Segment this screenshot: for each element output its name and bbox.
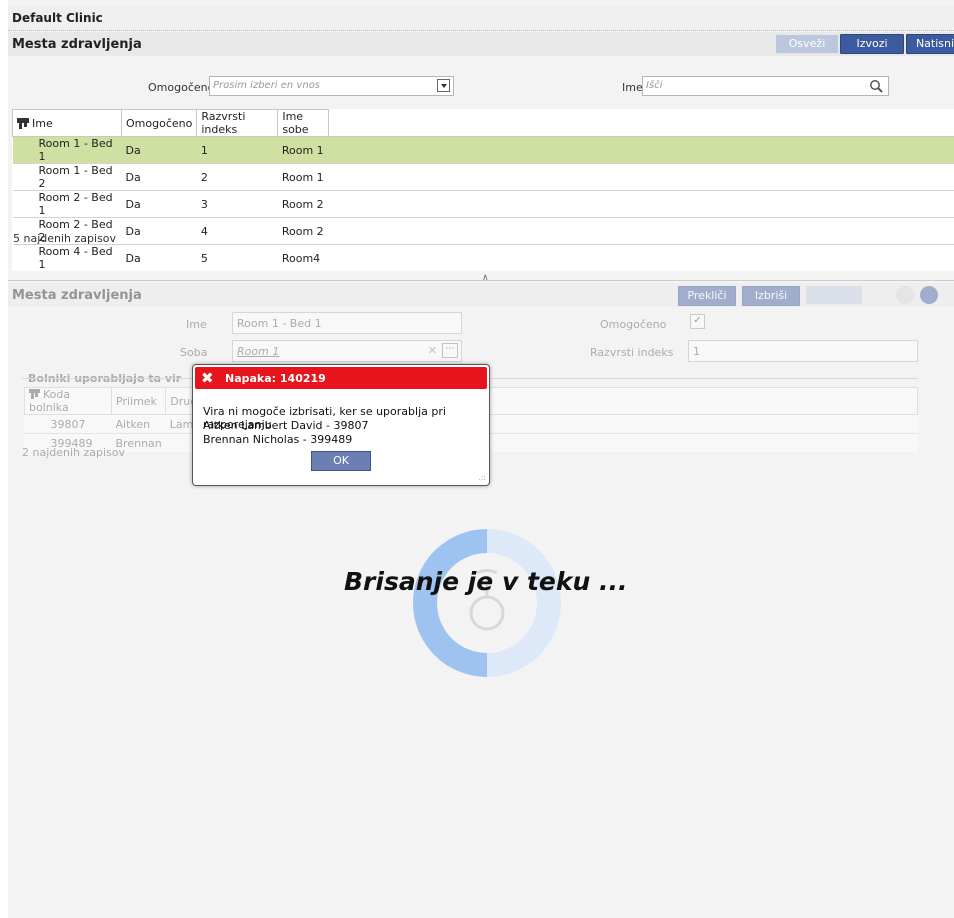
table-row[interactable]: Room 1 - Bed 2 Da 2 Room 1	[12, 163, 954, 191]
column-header-enabled[interactable]: Omogočeno	[120, 109, 198, 137]
column-header-surname[interactable]: Priimek	[110, 387, 167, 415]
error-title: Napaka: 140219	[225, 372, 326, 385]
clinic-name: Default Clinic	[12, 11, 103, 25]
loading-spinner	[413, 529, 561, 677]
list-section-header: Mesta zdravljenja Osveži Izvozi Excel Na…	[8, 32, 954, 68]
cell-room-name: Room 2	[277, 190, 329, 218]
cell-patient-code: 39807	[24, 414, 112, 434]
cell-filler	[328, 217, 954, 245]
table-header-row: Ime Omogočeno Razvrsti indeks Ime sobe	[12, 109, 954, 137]
delete-button[interactable]: Izbriši	[742, 286, 800, 306]
name-label: Ime	[186, 318, 207, 331]
detail-section-header: Mesta zdravljenja Prekliči Izbriši	[8, 283, 954, 307]
enabled-filter-placeholder: Prosim izberi en vnos	[213, 80, 321, 91]
section-title: Mesta zdravljenja	[12, 37, 142, 52]
ok-button[interactable]: OK	[311, 451, 371, 471]
cell-enabled: Da	[121, 136, 197, 164]
detail-title: Mesta zdravljenja	[12, 288, 142, 303]
column-header-sort-index[interactable]: Razvrsti indeks	[196, 109, 279, 137]
search-icon[interactable]	[869, 79, 883, 93]
cell-sort-index: 1	[196, 136, 278, 164]
panel-divider[interactable]	[8, 280, 954, 281]
cell-name: Room 1 - Bed 1	[12, 136, 122, 164]
next-record-icon[interactable]	[920, 286, 938, 304]
sort-index-value: 1	[693, 345, 700, 358]
more-options-icon[interactable]: ⋯	[442, 343, 458, 358]
enabled-checkbox[interactable]: ✓	[690, 314, 705, 329]
name-search-input[interactable]: Išči	[642, 76, 889, 96]
clear-icon[interactable]: ✕	[428, 344, 437, 357]
cell-name: Room 1 - Bed 2	[12, 163, 122, 191]
sort-index-field[interactable]: 1	[688, 340, 918, 362]
cell-sort-index: 5	[196, 244, 278, 271]
cell-room-name: Room 2	[277, 217, 329, 245]
cell-sort-index: 4	[196, 217, 278, 245]
cell-enabled: Da	[121, 190, 197, 218]
error-icon: ✖	[201, 369, 214, 387]
cell-filler	[328, 163, 954, 191]
room-label: Soba	[180, 346, 208, 359]
enabled-label: Omogočeno	[600, 318, 667, 331]
column-filler	[328, 109, 954, 137]
cell-room-name: Room 1	[277, 136, 329, 164]
error-dialog: ✖ Napaka: 140219 Vira ni mogoče izbrisat…	[192, 364, 490, 486]
save-button[interactable]	[806, 286, 862, 304]
cell-filler	[328, 136, 954, 164]
enabled-filter-select[interactable]: Prosim izberi en vnos	[209, 76, 454, 96]
cell-surname: Aitken	[111, 414, 166, 434]
resize-grip-icon[interactable]: .::	[478, 473, 486, 482]
cell-name: Room 4 - Bed 1	[12, 244, 122, 271]
column-header-room-name[interactable]: Ime sobe	[277, 109, 330, 137]
room-value[interactable]: Room 1	[237, 345, 279, 358]
cell-enabled: Da	[121, 244, 197, 271]
table-row[interactable]: Room 2 - Bed 1 Da 3 Room 2	[12, 190, 954, 218]
name-search-placeholder: Išči	[646, 80, 663, 91]
patients-record-count: 2 najdenih zapisov	[22, 446, 126, 459]
cell-room-name: Room 1	[277, 163, 329, 191]
print-button[interactable]: Natisni	[906, 34, 954, 54]
header-label: Ime	[32, 116, 53, 130]
column-header-name[interactable]: Ime	[12, 109, 122, 137]
previous-record-icon[interactable]	[896, 286, 914, 304]
cell-enabled: Da	[121, 163, 197, 191]
record-count: 5 najdenih zapisov	[13, 232, 117, 245]
column-header-patient-code[interactable]: Koda bolnika	[24, 387, 112, 415]
filter-icon[interactable]	[29, 389, 40, 399]
clinic-header: Default Clinic	[8, 6, 954, 31]
treatment-places-table: Ime Omogočeno Razvrsti indeks Ime sobe R…	[12, 109, 954, 271]
filter-icon[interactable]	[17, 117, 29, 129]
name-filter-label: Ime	[622, 81, 643, 94]
collapse-up-icon[interactable]: ∧	[482, 273, 489, 283]
export-excel-button[interactable]: Izvozi Excel	[840, 34, 904, 68]
cell-filler	[328, 190, 954, 218]
enabled-filter-label: Omogočeno	[148, 81, 215, 94]
error-message-line: Aitken Lambert David - 39807	[203, 419, 369, 432]
stethoscope-icon	[469, 595, 505, 631]
error-message-line: Brennan Nicholas - 399489	[203, 433, 353, 446]
cell-sort-index: 3	[196, 190, 278, 218]
chevron-down-icon[interactable]	[437, 79, 450, 92]
table-row[interactable]: Room 2 - Bed 2 Da 4 Room 2	[12, 217, 954, 245]
loading-text: Brisanje je v teku ...	[344, 567, 628, 596]
cell-enabled: Da	[121, 217, 197, 245]
cell-filler	[328, 244, 954, 271]
sort-index-label: Razvrsti indeks	[590, 346, 674, 359]
table-row[interactable]: Room 4 - Bed 1 Da 5 Room4	[12, 244, 954, 271]
cell-sort-index: 2	[196, 163, 278, 191]
error-dialog-header: ✖ Napaka: 140219	[195, 367, 487, 389]
cell-room-name: Room4	[277, 244, 329, 271]
table-row[interactable]: Room 1 - Bed 1 Da 1 Room 1	[12, 136, 954, 164]
name-value: Room 1 - Bed 1	[237, 317, 322, 330]
refresh-button[interactable]: Osveži	[776, 35, 838, 53]
name-field[interactable]: Room 1 - Bed 1	[232, 312, 462, 334]
cancel-button[interactable]: Prekliči	[678, 286, 736, 306]
cell-name: Room 2 - Bed 1	[12, 190, 122, 218]
room-field[interactable]: Room 1 ✕ ⋯	[232, 340, 462, 362]
